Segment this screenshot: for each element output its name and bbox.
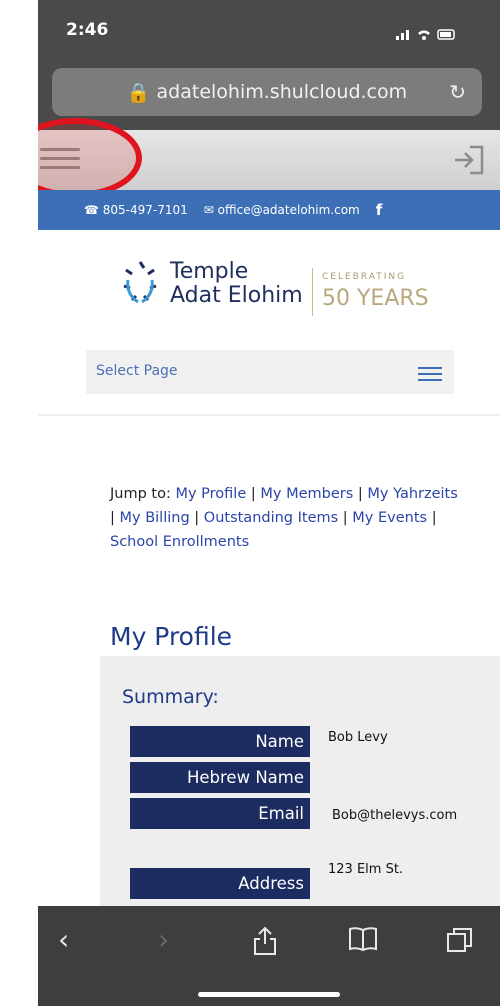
- back-icon[interactable]: ‹: [58, 926, 69, 954]
- jump-prefix: Jump to:: [110, 486, 171, 502]
- field-value-email: Bob@thelevys.com: [332, 808, 458, 823]
- link-my-billing[interactable]: My Billing: [120, 510, 190, 526]
- logo-celebrating: CELEBRATING: [322, 272, 407, 282]
- select-page-label: Select Page: [96, 363, 178, 379]
- page-title: My Profile: [110, 622, 233, 651]
- link-school-enrollments[interactable]: School Enrollments: [110, 534, 249, 550]
- site-logo[interactable]: Temple Adat Elohim CELEBRATING 50 YEARS: [116, 258, 436, 330]
- star-logo-icon: [123, 261, 157, 304]
- field-label-address: Address: [130, 868, 310, 899]
- phone-link[interactable]: ☎ 805-497-7101: [84, 203, 188, 217]
- link-my-members[interactable]: My Members: [260, 486, 353, 502]
- url-text: adatelohim.shulcloud.com: [156, 81, 408, 103]
- field-label-email: Email: [130, 798, 310, 829]
- facebook-icon[interactable]: f: [376, 201, 383, 219]
- browser-toolbar: ‹ ›: [38, 906, 500, 1006]
- forward-icon[interactable]: ›: [158, 926, 169, 954]
- field-label-hebrew-name: Hebrew Name: [130, 762, 310, 793]
- tabs-icon[interactable]: [446, 926, 474, 954]
- status-time: 2:46: [66, 20, 109, 40]
- summary-panel: Summary: Name Bob Levy Hebrew Name Email…: [100, 656, 500, 916]
- field-value-address: 123 Elm St.: [328, 862, 404, 877]
- logo-years: 50 YEARS: [322, 286, 429, 311]
- select-page-dropdown[interactable]: Select Page: [86, 350, 454, 394]
- field-value-name: Bob Levy: [328, 730, 388, 745]
- divider: [38, 414, 500, 416]
- jump-to-links: Jump to: My Profile | My Members | My Ya…: [110, 486, 458, 550]
- home-indicator[interactable]: [198, 992, 340, 997]
- login-icon[interactable]: [452, 144, 486, 176]
- link-my-events[interactable]: My Events: [352, 510, 427, 526]
- url-bar[interactable]: 🔒 adatelohim.shulcloud.com ↻: [52, 68, 482, 116]
- bookmarks-icon[interactable]: [348, 926, 378, 952]
- reload-icon[interactable]: ↻: [449, 80, 466, 104]
- lock-icon: 🔒: [126, 81, 151, 104]
- link-my-profile[interactable]: My Profile: [175, 486, 246, 502]
- signal-wifi-battery-icon: [396, 29, 455, 40]
- status-bar: 2:46 🔒 adatelohim.shulcloud.com ↻: [38, 0, 500, 130]
- share-icon[interactable]: [252, 926, 278, 956]
- summary-heading: Summary:: [122, 686, 219, 708]
- logo-name: Temple Adat Elohim: [170, 259, 303, 308]
- link-my-yahrzeits[interactable]: My Yahrzeits: [367, 486, 457, 502]
- field-label-name: Name: [130, 726, 310, 757]
- logo-divider: [312, 268, 313, 316]
- contact-bar: ☎ 805-497-7101 ✉ office@adatelohim.com f: [38, 190, 500, 230]
- link-outstanding-items[interactable]: Outstanding Items: [204, 510, 338, 526]
- phone-screen: 2:46 🔒 adatelohim.shulcloud.com ↻ ☎ 805-…: [38, 0, 500, 1006]
- menu-icon: [418, 363, 442, 381]
- email-link[interactable]: ✉ office@adatelohim.com: [204, 203, 360, 217]
